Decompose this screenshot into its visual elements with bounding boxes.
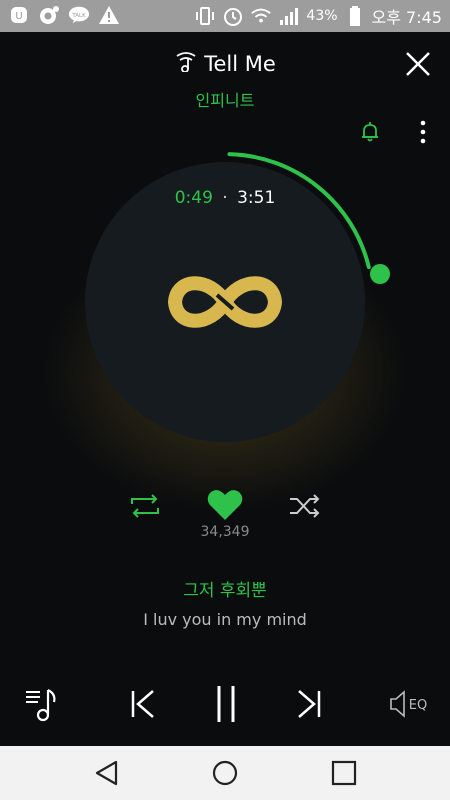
alarm-icon (222, 5, 244, 27)
svg-text:U: U (15, 11, 22, 22)
next-button[interactable] (294, 682, 324, 726)
back-button[interactable] (92, 758, 122, 788)
skip-next-icon (298, 690, 321, 718)
shuffle-icon (290, 494, 320, 518)
status-bar: U TALK 43% 오후 7:45 (0, 0, 450, 32)
player-header: Tell Me 인피니트 (0, 50, 450, 111)
skip-previous-icon (131, 690, 154, 718)
vibrate-icon (194, 5, 216, 27)
notification-button[interactable] (358, 120, 382, 144)
lg-app-icon: U (8, 4, 30, 26)
talk-icon: TALK (68, 4, 90, 26)
like-button[interactable] (206, 488, 244, 522)
repeat-button[interactable] (128, 492, 162, 520)
more-vertical-icon (420, 120, 426, 144)
battery-icon (344, 5, 366, 27)
playlist-icon (26, 689, 56, 722)
previous-button[interactable] (128, 682, 158, 726)
heart-icon (207, 490, 243, 520)
close-button[interactable] (404, 50, 432, 78)
svg-text:TALK: TALK (71, 13, 86, 19)
seek-handle[interactable] (370, 263, 391, 284)
signal-icon (278, 5, 300, 27)
warning-icon (98, 4, 120, 26)
pause-button[interactable] (212, 682, 240, 726)
like-count: 34,349 (200, 524, 250, 540)
recent-apps-button[interactable] (329, 758, 359, 788)
lyric-next[interactable]: I luv you in my mind (0, 610, 450, 629)
recent-apps-icon (331, 760, 357, 786)
eq-label: EQ (409, 698, 427, 713)
artist-name[interactable]: 인피니트 (0, 87, 450, 111)
time-separator: · (222, 188, 228, 208)
repeat-icon (131, 494, 159, 518)
shuffle-button[interactable] (288, 492, 322, 520)
infinite-logo (155, 267, 295, 337)
home-button[interactable] (210, 758, 240, 788)
wifi-icon (250, 5, 272, 27)
more-options-button[interactable] (418, 120, 428, 144)
music-note-icon (174, 50, 198, 77)
playback-controls: EQ (0, 682, 450, 732)
navigation-bar (0, 746, 450, 800)
speaker-eq-icon: EQ (390, 690, 427, 718)
total-time: 3:51 (237, 188, 276, 208)
back-triangle-icon (95, 760, 118, 786)
music-player: Tell Me 인피니트 0:49 · 3:51 34,349 그저 후회뿐 I… (0, 32, 450, 746)
song-title: Tell Me (204, 51, 276, 76)
equalizer-button[interactable]: EQ (388, 682, 432, 726)
lyric-current[interactable]: 그저 후회뿐 (0, 576, 450, 601)
bell-icon (362, 122, 378, 142)
time-display: 0:49 · 3:51 (0, 188, 450, 208)
status-time: 오후 7:45 (371, 8, 442, 27)
close-icon (406, 52, 430, 76)
battery-percent: 43% (306, 8, 338, 24)
home-circle-icon (212, 760, 238, 786)
pause-icon (217, 686, 235, 722)
playlist-button[interactable] (24, 682, 64, 726)
kakao-icon (38, 4, 60, 26)
elapsed-time: 0:49 (174, 188, 213, 208)
